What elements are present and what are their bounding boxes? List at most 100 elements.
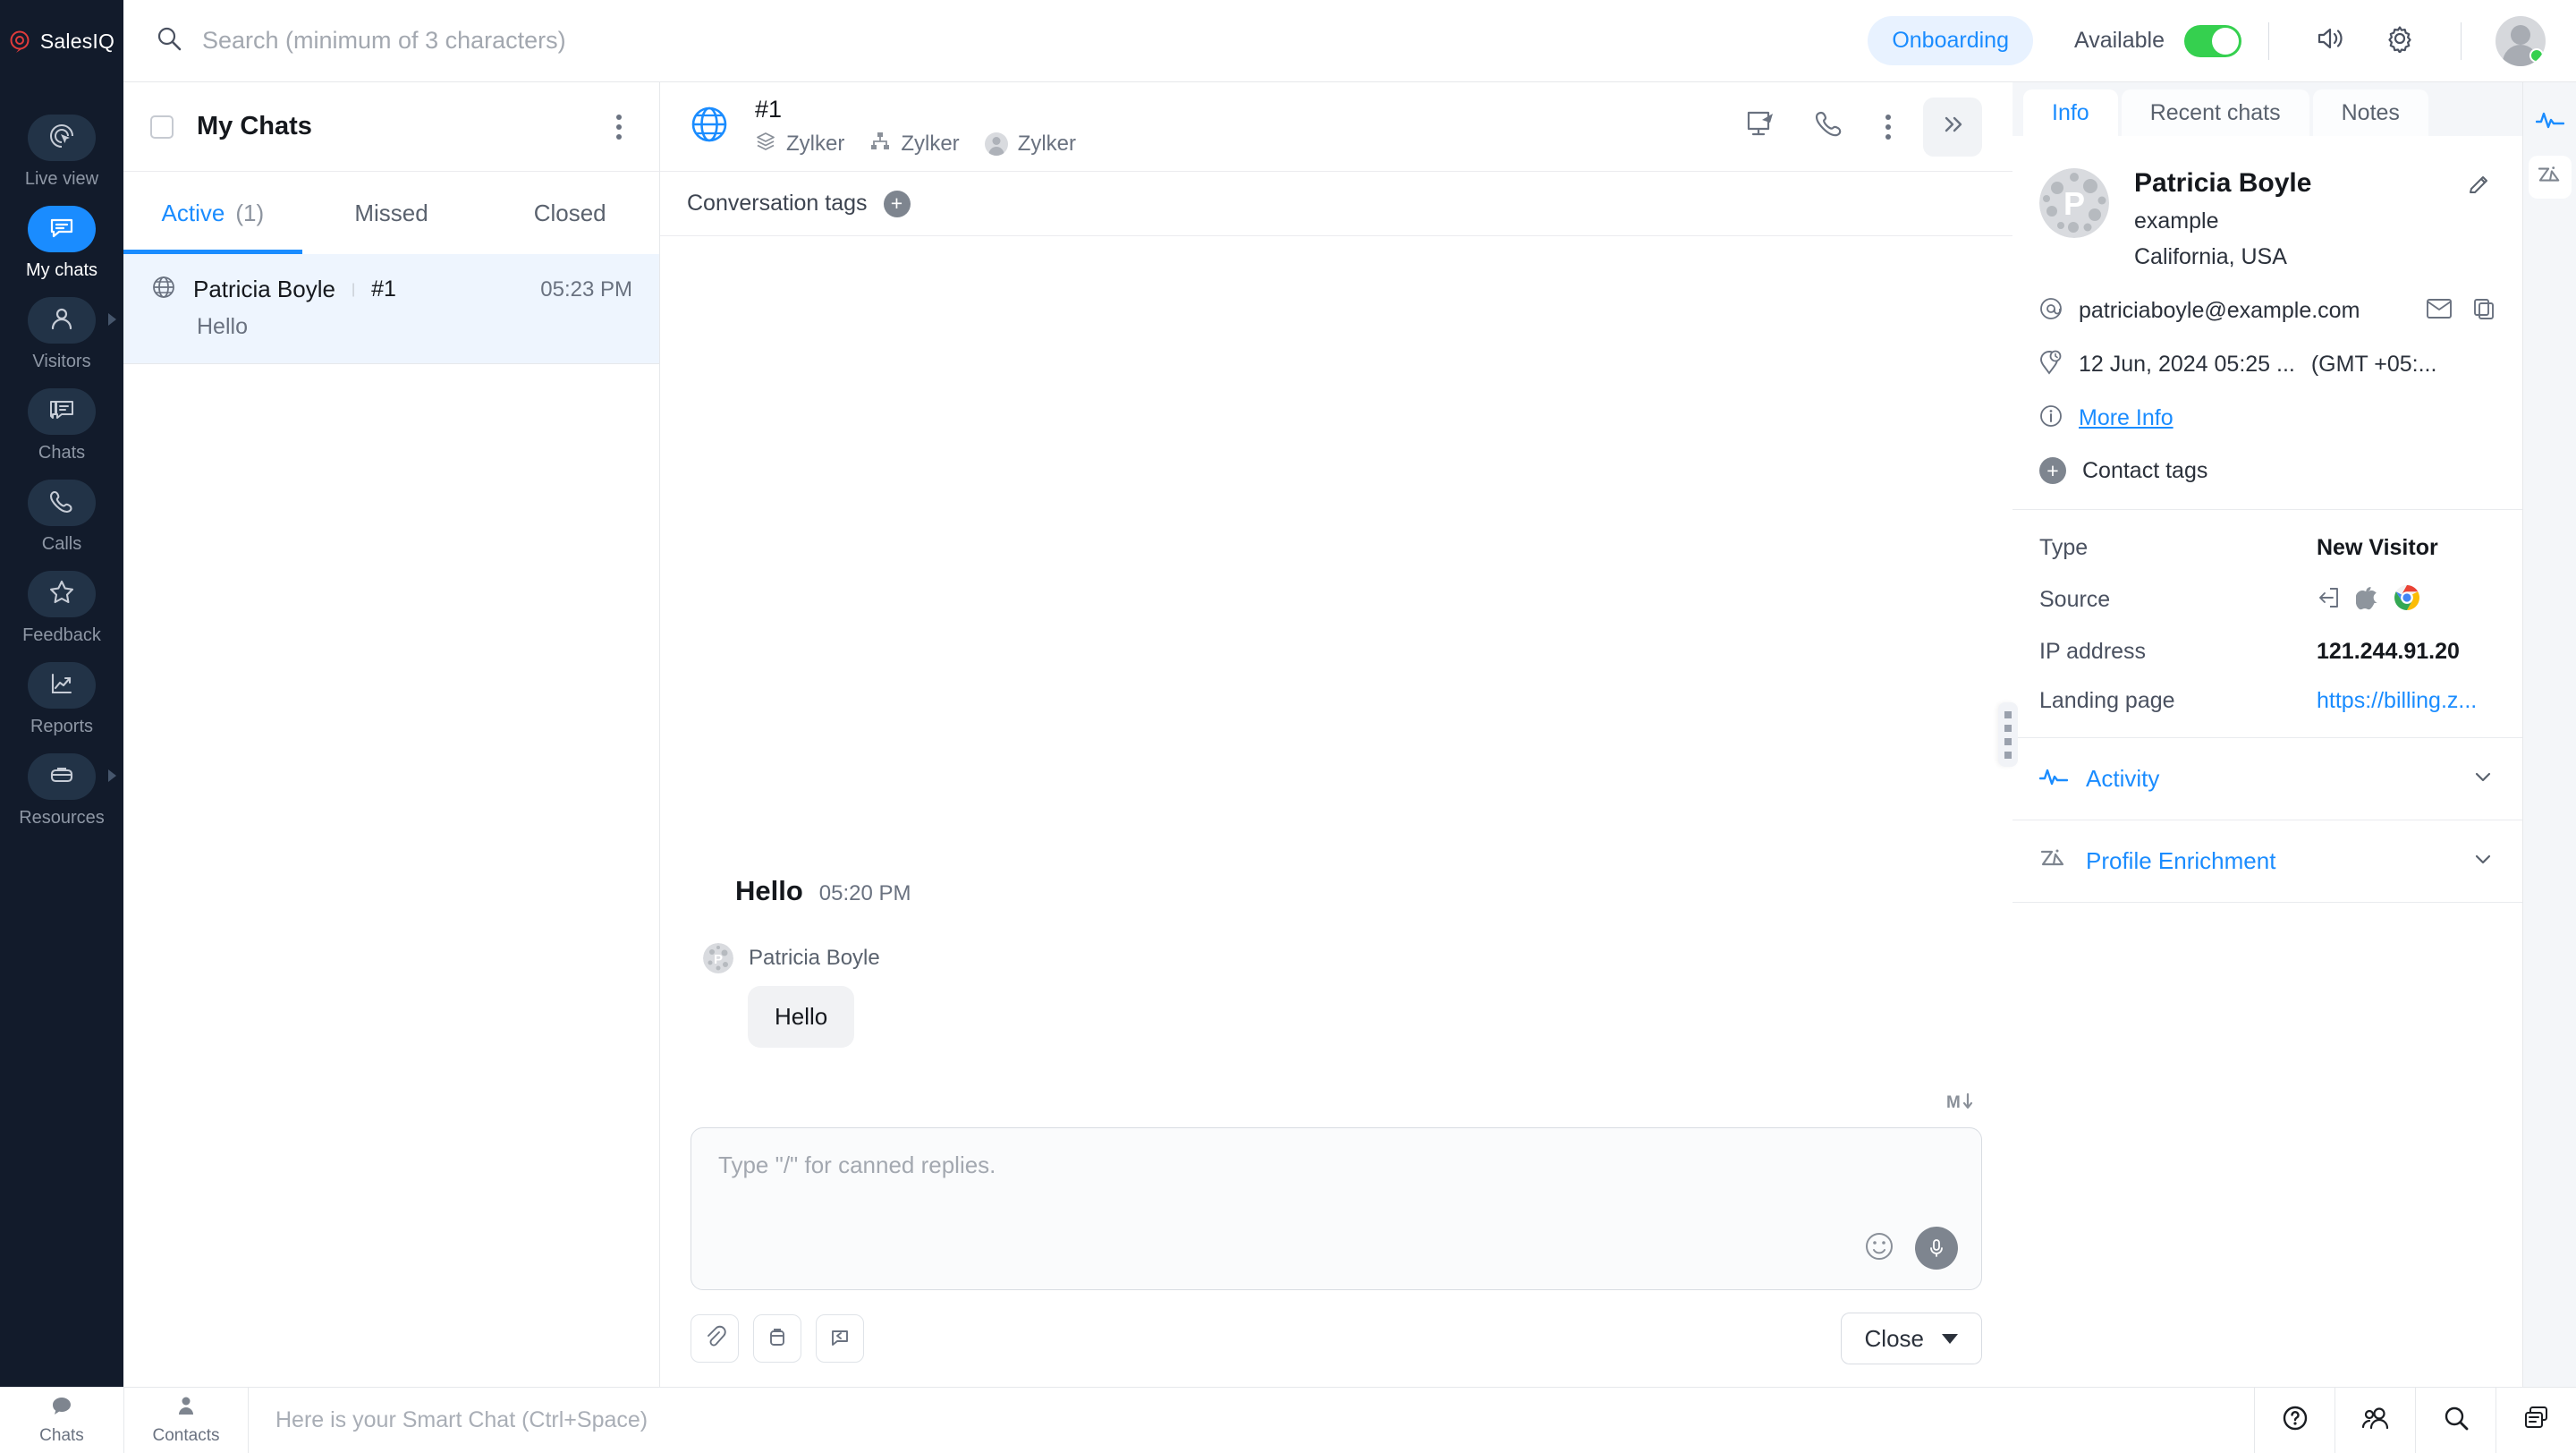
chat-list-menu-button[interactable] <box>611 109 627 145</box>
chat-list-item[interactable]: Patricia Boyle | #1 05:23 PM Hello <box>123 254 659 364</box>
edit-profile-button[interactable] <box>2467 174 2492 203</box>
more-info-link[interactable]: More Info <box>2079 405 2174 431</box>
sidebar-item-my-chats[interactable]: My chats <box>0 197 123 288</box>
email-row: patriciaboyle@example.com <box>2039 297 2496 325</box>
kebab-dot <box>616 115 622 120</box>
expand-arrow-icon[interactable] <box>108 769 116 782</box>
briefcase-small-icon <box>767 1326 788 1352</box>
brand-logo-area[interactable]: SalesIQ <box>0 0 123 82</box>
visitor-contact-details: patriciaboyle@example.com <box>2012 297 2522 510</box>
bottom-tab-contacts[interactable]: Contacts <box>124 1388 248 1453</box>
composer-toolbar: Close <box>660 1290 2012 1387</box>
collapse-panel-button[interactable] <box>1923 98 1982 157</box>
people-button[interactable] <box>2334 1388 2415 1453</box>
sidebar-item-resources[interactable]: Resources <box>0 744 123 836</box>
rail-zia-button[interactable] <box>2529 156 2572 199</box>
smart-chat-input[interactable] <box>275 1407 2227 1433</box>
bottom-tab-chats[interactable]: Chats <box>0 1388 123 1453</box>
attach-file-button[interactable] <box>691 1314 739 1363</box>
section-activity[interactable]: Activity <box>2012 738 2522 820</box>
sound-notifications-button[interactable] <box>2316 25 2346 56</box>
screen-share-button[interactable] <box>1728 109 1796 144</box>
tab-notes[interactable]: Notes <box>2313 89 2428 136</box>
send-email-button[interactable] <box>2426 297 2453 325</box>
search-input[interactable] <box>202 27 1868 55</box>
layers-icon <box>755 131 776 158</box>
availability-control[interactable]: Available <box>2074 25 2241 57</box>
detail-row-landing-page: Landing page https://billing.z... <box>2039 688 2496 714</box>
canned-reply-button[interactable] <box>816 1314 864 1363</box>
chevron-down-icon[interactable] <box>2470 846 2496 876</box>
meta-department[interactable]: Zylker <box>755 131 844 158</box>
knowledge-base-button[interactable] <box>753 1314 801 1363</box>
section-label: Profile Enrichment <box>2086 847 2275 875</box>
call-button[interactable] <box>1796 109 1862 144</box>
bottom-bar: Chats Contacts <box>0 1387 2576 1453</box>
cards-button[interactable] <box>2496 1388 2576 1453</box>
section-profile-enrichment[interactable]: Profile Enrichment <box>2012 820 2522 903</box>
onboarding-button[interactable]: Onboarding <box>1868 16 2033 65</box>
search-button[interactable] <box>2415 1388 2496 1453</box>
sidebar-item-live-view[interactable]: Live view <box>0 106 123 197</box>
markdown-icon[interactable]: M <box>1946 1091 1977 1118</box>
panel-resize-handle[interactable] <box>1998 702 2018 767</box>
sidebar-item-label: Chats <box>38 443 85 463</box>
sidebar-item-visitors[interactable]: Visitors <box>0 288 123 379</box>
sidebar-item-chats[interactable]: Chats <box>0 379 123 471</box>
tab-closed[interactable]: Closed <box>480 172 659 254</box>
add-contact-tag-button[interactable]: + <box>2039 457 2066 484</box>
emoji-button[interactable] <box>1861 1228 1897 1269</box>
sidebar-item-feedback[interactable]: Feedback <box>0 562 123 653</box>
rail-activity-button[interactable] <box>2529 100 2572 143</box>
info-panel-rail <box>2522 82 2576 1387</box>
meta-team[interactable]: Zylker <box>869 131 959 158</box>
meta-operator[interactable]: Zylker <box>985 132 1076 157</box>
my-chats-icon <box>48 214 75 245</box>
add-conversation-tag-button[interactable]: + <box>884 191 911 217</box>
message-composer[interactable]: Type "/" for canned replies. <box>691 1127 1982 1290</box>
chat-bubble-icon <box>50 1395 73 1423</box>
conversation-id: #1 <box>755 96 1076 123</box>
tab-missed[interactable]: Missed <box>302 172 481 254</box>
direct-entry-icon <box>2317 586 2340 614</box>
contact-tags-row[interactable]: + Contact tags <box>2039 457 2496 484</box>
user-avatar[interactable] <box>2496 16 2546 66</box>
message-sender-name: Patricia Boyle <box>749 946 880 971</box>
sidebar-item-reports[interactable]: Reports <box>0 653 123 744</box>
tab-recent-chats[interactable]: Recent chats <box>2122 89 2309 136</box>
detail-key: IP address <box>2039 639 2317 665</box>
sidebar-item-label: Visitors <box>32 352 90 372</box>
availability-toggle[interactable] <box>2184 25 2241 57</box>
chevron-down-icon[interactable] <box>2470 764 2496 794</box>
expand-arrow-icon[interactable] <box>108 313 116 326</box>
top-bar-right: Onboarding Available <box>123 0 2576 82</box>
composer-wrapper: Type "/" for canned replies. <box>660 1127 2012 1290</box>
sidebar-nav: Live view My chats <box>0 82 123 1387</box>
bottom-tab-label: Chats <box>39 1426 84 1446</box>
landing-page-link[interactable]: https://billing.z... <box>2317 688 2477 714</box>
global-search[interactable] <box>156 25 1868 56</box>
more-options-button[interactable] <box>1862 109 1914 145</box>
settings-button[interactable] <box>2385 24 2414 57</box>
detail-value: 121.244.91.20 <box>2317 639 2460 665</box>
sidebar-item-calls[interactable]: Calls <box>0 471 123 562</box>
select-all-checkbox[interactable] <box>150 115 174 139</box>
sidebar-item-label: My chats <box>26 260 97 281</box>
sidebar-item-label: Reports <box>30 717 93 737</box>
apple-icon <box>2356 585 2377 615</box>
main-body: Live view My chats <box>0 82 2576 1387</box>
copy-email-button[interactable] <box>2472 297 2496 325</box>
feedback-pill <box>28 571 96 617</box>
tab-active[interactable]: Active (1) <box>123 172 302 254</box>
help-button[interactable] <box>2254 1388 2334 1453</box>
chat-list-header: My Chats <box>123 82 659 172</box>
voice-record-button[interactable] <box>1915 1227 1958 1270</box>
smart-chat-bar[interactable] <box>249 1388 2254 1453</box>
more-info-row[interactable]: More Info <box>2039 404 2496 432</box>
close-chat-button[interactable]: Close <box>1841 1313 1982 1364</box>
live-view-icon <box>48 123 75 154</box>
chats-icon <box>48 396 75 428</box>
chat-list-panel: My Chats Active (1) Missed Closed <box>123 82 660 1387</box>
day-time: 05:20 PM <box>819 881 911 906</box>
tab-info[interactable]: Info <box>2023 89 2118 136</box>
